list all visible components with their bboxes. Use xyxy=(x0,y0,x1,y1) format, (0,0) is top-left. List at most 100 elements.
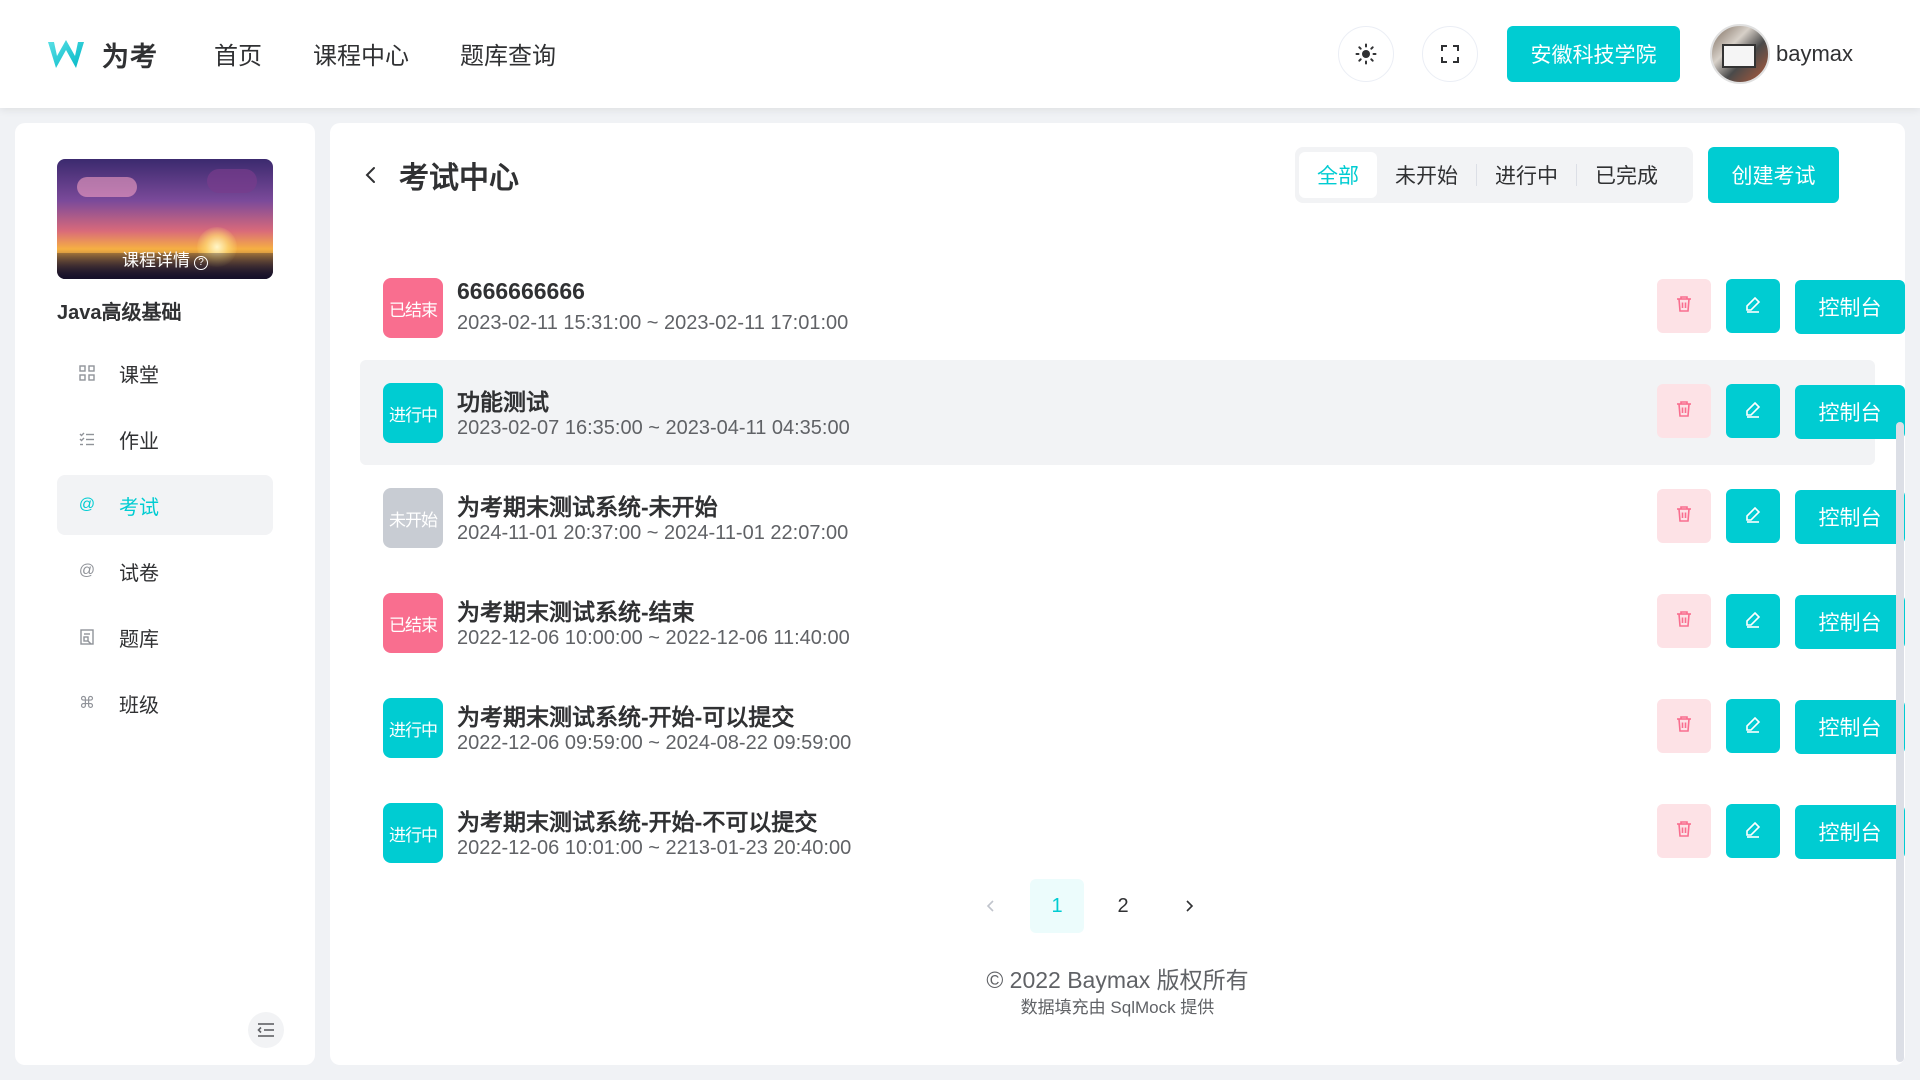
top-header: 为考 首页 课程中心 题库查询 安徽科技学院 baymax xyxy=(0,0,1920,108)
sidebar-item-label: 考试 xyxy=(119,496,159,519)
edit-button[interactable] xyxy=(1726,804,1780,858)
console-button[interactable]: 控制台 xyxy=(1795,805,1905,859)
copyright: © 2022 Baymax 版权所有 xyxy=(986,967,1249,993)
exam-time-range: 2022-12-06 09:59:00 ~ 2024-08-22 09:59:0… xyxy=(457,732,852,754)
sidebar-item-label: 试卷 xyxy=(119,562,159,585)
status-badge: 已结束 xyxy=(383,278,443,338)
sidebar-item-question-bank[interactable]: 题库 xyxy=(57,607,273,667)
course-cover-image[interactable]: 课程详情? xyxy=(57,159,273,279)
sidebar-item-label: 班级 xyxy=(119,694,159,717)
exam-row[interactable]: 已结束 为考期末测试系统-结束 2022-12-06 10:00:00 ~ 2022… xyxy=(360,570,1905,675)
sidebar-item-label: 课堂 xyxy=(119,364,159,387)
console-button[interactable]: 控制台 xyxy=(1795,490,1905,544)
exam-row[interactable]: 已结束 6666666666 2023-02-11 15:31:00 ~ 2023-… xyxy=(360,255,1905,360)
filter-tab-not-started[interactable]: 未开始 xyxy=(1377,152,1476,198)
console-button[interactable]: 控制台 xyxy=(1795,595,1905,649)
edit-icon xyxy=(1744,610,1762,633)
theme-toggle-button[interactable] xyxy=(1338,26,1394,82)
trash-icon xyxy=(1676,400,1692,423)
username: baymax xyxy=(1776,41,1854,66)
exam-row[interactable]: 进行中 为考期末测试系统-开始-不可以提交 2022-12-06 10:01:00 … xyxy=(360,780,1905,885)
sidebar-item-exam[interactable]: @ 考试 xyxy=(57,475,273,535)
sidebar-item-paper[interactable]: @ 试卷 xyxy=(57,541,273,601)
sidebar-item-class[interactable]: ⌘ 班级 xyxy=(57,673,273,733)
edit-button[interactable] xyxy=(1726,699,1780,753)
status-badge: 已结束 xyxy=(383,593,443,653)
delete-button[interactable] xyxy=(1657,489,1711,543)
exam-title[interactable]: 为考期末测试系统-开始-可以提交 xyxy=(457,698,794,732)
console-button[interactable]: 控制台 xyxy=(1795,700,1905,754)
sidebar-item-label: 题库 xyxy=(119,628,159,651)
edit-button[interactable] xyxy=(1726,489,1780,543)
page-title: 考试中心 xyxy=(399,162,519,195)
sun-icon xyxy=(1355,43,1377,65)
edit-icon xyxy=(1744,295,1762,318)
fullscreen-button[interactable] xyxy=(1422,26,1478,82)
exam-list: 已结束 6666666666 2023-02-11 15:31:00 ~ 2023-… xyxy=(360,255,1905,885)
nav-course-center[interactable]: 课程中心 xyxy=(313,36,409,71)
console-button[interactable]: 控制台 xyxy=(1795,385,1905,439)
trash-icon xyxy=(1676,820,1692,843)
course-detail-link[interactable]: 课程详情? xyxy=(57,246,273,271)
trash-icon xyxy=(1676,505,1692,528)
exam-row[interactable]: 进行中 为考期末测试系统-开始-可以提交 2022-12-06 09:59:00 ~… xyxy=(360,675,1905,780)
sidebar: 课程详情? Java高级基础 课堂 作业 @ 考试 @ 试卷 题库 ⌘ 班级 xyxy=(15,123,315,1065)
delete-button[interactable] xyxy=(1657,804,1711,858)
exam-title[interactable]: 功能测试 xyxy=(457,383,549,417)
avatar[interactable] xyxy=(1710,24,1770,84)
filter-tab-all[interactable]: 全部 xyxy=(1299,152,1377,198)
edit-button[interactable] xyxy=(1726,279,1780,333)
edit-button[interactable] xyxy=(1726,384,1780,438)
edit-icon xyxy=(1744,505,1762,528)
exam-title[interactable]: 为考期末测试系统-结束 xyxy=(457,593,695,627)
exam-row[interactable]: 未开始 为考期末测试系统-未开始 2024-11-01 20:37:00 ~ 202… xyxy=(360,465,1905,570)
next-page-button[interactable] xyxy=(1162,879,1216,933)
chevron-left-icon xyxy=(986,900,994,912)
main-nav: 首页 课程中心 题库查询 xyxy=(214,36,607,71)
delete-button[interactable] xyxy=(1657,384,1711,438)
filter-tab-in-progress[interactable]: 进行中 xyxy=(1477,152,1576,198)
pagination: 1 2 xyxy=(964,879,1228,933)
fullscreen-icon xyxy=(1441,45,1459,63)
exam-time-range: 2022-12-06 10:01:00 ~ 2213-01-23 20:40:0… xyxy=(457,837,852,859)
delete-button[interactable] xyxy=(1657,279,1711,333)
exam-title[interactable]: 6666666666 xyxy=(457,278,585,305)
nav-question-bank[interactable]: 题库查询 xyxy=(460,36,556,71)
create-exam-button[interactable]: 创建考试 xyxy=(1708,147,1839,203)
status-filter: 全部 未开始 进行中 已完成 xyxy=(1295,147,1693,203)
chevron-right-icon xyxy=(1186,900,1194,912)
nav-home[interactable]: 首页 xyxy=(214,36,262,71)
sidebar-item-homework[interactable]: 作业 xyxy=(57,409,273,469)
course-detail-label: 课程详情 xyxy=(122,251,190,270)
exam-title[interactable]: 为考期末测试系统-未开始 xyxy=(457,488,718,522)
logo-text: 为考 xyxy=(102,41,158,72)
edit-button[interactable] xyxy=(1726,594,1780,648)
sidebar-collapse-button[interactable] xyxy=(248,1012,284,1048)
exam-time-range: 2023-02-07 16:35:00 ~ 2023-04-11 04:35:0… xyxy=(457,417,850,439)
collapse-icon xyxy=(257,1023,274,1037)
prev-page-button[interactable] xyxy=(964,879,1018,933)
exam-title[interactable]: 为考期末测试系统-开始-不可以提交 xyxy=(457,803,817,837)
exam-time-range: 2022-12-06 10:00:00 ~ 2022-12-06 11:40:0… xyxy=(457,627,850,649)
delete-button[interactable] xyxy=(1657,594,1711,648)
exam-row[interactable]: 进行中 功能测试 2023-02-07 16:35:00 ~ 2023-04-11 … xyxy=(360,360,1905,465)
school-button[interactable]: 安徽科技学院 xyxy=(1507,26,1680,82)
page-2-button[interactable]: 2 xyxy=(1096,879,1150,933)
logo[interactable]: 为考 xyxy=(46,34,158,74)
page-1-button[interactable]: 1 xyxy=(1030,879,1084,933)
trash-icon xyxy=(1676,295,1692,318)
sidebar-menu: 课堂 作业 @ 考试 @ 试卷 题库 ⌘ 班级 xyxy=(57,343,273,739)
sidebar-item-classroom[interactable]: 课堂 xyxy=(57,343,273,403)
command-icon: ⌘ xyxy=(79,695,95,712)
trash-icon xyxy=(1676,715,1692,738)
back-icon[interactable] xyxy=(362,163,380,187)
data-source-note: 数据填充由 SqlMock 提供 xyxy=(1020,998,1215,1017)
console-button[interactable]: 控制台 xyxy=(1795,280,1905,334)
checklist-icon xyxy=(77,429,97,449)
scrollbar[interactable] xyxy=(1896,422,1904,1062)
user-menu[interactable]: baymax xyxy=(1710,24,1853,84)
filter-tab-completed[interactable]: 已完成 xyxy=(1577,152,1676,198)
delete-button[interactable] xyxy=(1657,699,1711,753)
document-icon xyxy=(77,627,97,647)
exam-time-range: 2023-02-11 15:31:00 ~ 2023-02-11 17:01:0… xyxy=(457,312,849,334)
